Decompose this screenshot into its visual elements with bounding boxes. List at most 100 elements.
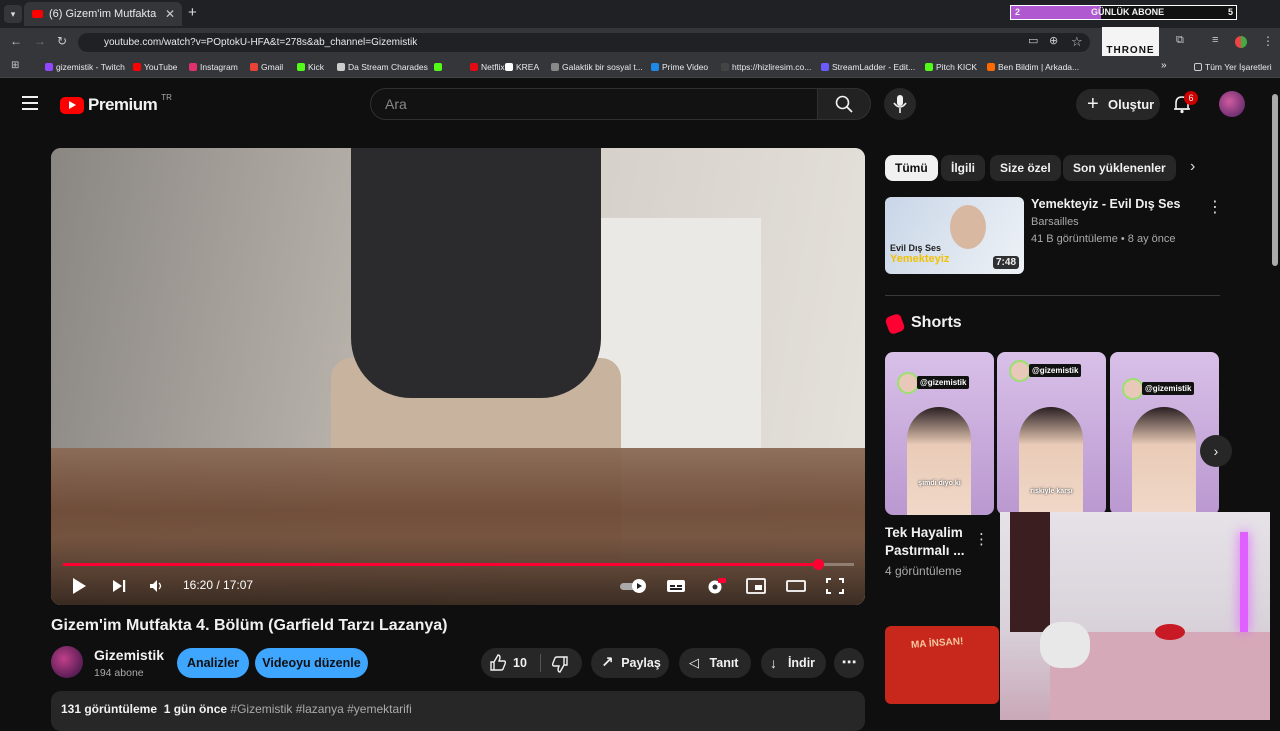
video-progress-bar[interactable] xyxy=(63,559,854,570)
bookmark-item[interactable]: Galaktik bir sosyal t... xyxy=(551,62,643,72)
channel-name[interactable]: Gizemistik xyxy=(94,647,164,663)
extensions-icon[interactable]: ⧉ xyxy=(1176,34,1184,47)
promote-button[interactable]: ◁ Tanıt xyxy=(679,648,751,678)
bookmark-item[interactable]: StreamLadder - Edit... xyxy=(821,62,915,72)
hashtags[interactable]: #Gizemistik #lazanya #yemektarifi xyxy=(230,702,411,716)
chip-for-you[interactable]: Size özel xyxy=(990,155,1061,181)
autoplay-toggle[interactable] xyxy=(619,578,646,594)
chip-related[interactable]: İlgili xyxy=(941,155,985,181)
recommended-video-channel[interactable]: Barsailles xyxy=(1031,216,1079,228)
apps-grid-icon[interactable]: ⊞ xyxy=(11,60,19,71)
edit-video-button[interactable]: Videoyu düzenle xyxy=(255,648,368,678)
recommended-video-title[interactable]: Yemekteyiz - Evil Dış Ses xyxy=(1031,197,1180,211)
video-duration-badge: 7:48 xyxy=(993,256,1020,269)
search-button[interactable] xyxy=(817,88,871,120)
youtube-premium-logo[interactable]: Premium TR xyxy=(60,93,172,115)
bookmark-item[interactable]: YouTube xyxy=(133,62,177,72)
shorts-next-button[interactable]: › xyxy=(1200,435,1232,467)
bookmark-item[interactable] xyxy=(434,62,445,72)
media-icon[interactable]: ≡ xyxy=(1212,34,1218,46)
back-icon[interactable]: ← xyxy=(10,34,22,48)
more-vertical-icon[interactable]: ⋮ xyxy=(1207,197,1223,217)
upload-age: 1 gün önce xyxy=(163,702,228,716)
page-scrollbar-thumb[interactable] xyxy=(1272,94,1278,266)
bookmark-label: Pitch KICK xyxy=(936,62,978,72)
megaphone-icon: ◁ xyxy=(689,655,699,670)
share-button[interactable]: ↗ Paylaş xyxy=(591,648,669,678)
description-box[interactable]: 131 görüntüleme 1 gün önce #Gizemistik #… xyxy=(51,691,865,731)
tab-title: (6) Gizem'im Mutfakta 4. Bölüm xyxy=(49,8,159,20)
short-card[interactable]: @gizemistik xyxy=(1110,352,1219,515)
zoom-icon[interactable]: ⊕ xyxy=(1049,34,1058,47)
fullscreen-icon[interactable] xyxy=(826,578,844,594)
dislike-button[interactable] xyxy=(551,655,569,673)
bookmark-item[interactable]: Ben Bildim | Arkada... xyxy=(987,62,1079,72)
chip-all[interactable]: Tümü xyxy=(885,155,938,181)
play-icon[interactable] xyxy=(73,578,86,594)
short-avatar xyxy=(1009,360,1031,382)
video-frame-person xyxy=(351,148,601,398)
bookmarks-overflow-icon[interactable]: » xyxy=(1161,60,1167,71)
bookmark-label: Galaktik bir sosyal t... xyxy=(562,62,643,72)
thumbnail-face xyxy=(950,205,986,249)
short-card[interactable]: @gizemistik riskiyle karşı xyxy=(997,352,1106,515)
address-bar-url: youtube.com/watch?v=POptokU-HFA&t=278s&a… xyxy=(104,37,418,48)
bookmark-item[interactable]: Pitch KICK xyxy=(925,62,977,72)
bookmark-item[interactable]: Gmail xyxy=(250,62,283,72)
account-avatar[interactable] xyxy=(1219,91,1245,117)
bookmark-label: Instagram xyxy=(200,62,238,72)
short-title[interactable]: Tek Hayalim Pastırmalı ... xyxy=(885,524,970,560)
bookmark-item[interactable]: gizemistik - Twitch xyxy=(45,62,125,72)
forward-icon[interactable]: → xyxy=(34,34,46,48)
short-card[interactable]: @gizemistik şimdi diyo ki xyxy=(885,352,994,515)
short-views: 4 görüntüleme xyxy=(885,564,962,578)
bookmark-item[interactable]: Prime Video xyxy=(651,62,708,72)
cast-icon[interactable]: ▭ xyxy=(1028,34,1038,47)
bookmark-item[interactable]: Netflix xyxy=(470,62,505,72)
bookmark-favicon-icon xyxy=(250,63,258,71)
bookmark-item[interactable]: https://hizliresim.co... xyxy=(721,62,811,72)
tab-close-icon[interactable]: ✕ xyxy=(165,7,175,21)
bookmark-label: https://hizliresim.co... xyxy=(732,62,812,72)
next-video-icon[interactable] xyxy=(112,579,126,593)
next-short-thumbnail[interactable]: MA İNSAN! xyxy=(885,626,999,704)
more-vertical-icon[interactable]: ⋮ xyxy=(974,530,989,548)
video-player[interactable]: 16:20 / 17:07 xyxy=(51,148,865,605)
tab-search-button[interactable]: ▾ xyxy=(4,5,22,23)
bookmark-item[interactable]: Da Stream Charades xyxy=(337,62,428,72)
subtitles-icon[interactable] xyxy=(666,578,685,594)
miniplayer-icon[interactable] xyxy=(746,578,766,594)
channel-avatar[interactable] xyxy=(51,646,83,678)
browser-tab-active[interactable]: (6) Gizem'im Mutfakta 4. Bölüm ✕ xyxy=(24,2,182,26)
bookmark-favicon-icon xyxy=(721,63,729,71)
profile-icon[interactable] xyxy=(1235,36,1247,48)
bookmark-label: StreamLadder - Edit... xyxy=(832,62,916,72)
bookmark-star-icon[interactable]: ☆ xyxy=(1071,34,1083,50)
chip-recently-uploaded[interactable]: Son yüklenenler xyxy=(1063,155,1176,181)
create-button[interactable]: + Oluştur xyxy=(1076,89,1160,120)
theater-mode-icon[interactable] xyxy=(786,578,806,594)
more-actions-button[interactable]: ⋯ xyxy=(834,648,864,678)
guide-menu-icon[interactable] xyxy=(22,96,38,110)
throne-logo-text: THRONE xyxy=(1106,45,1155,56)
volume-icon[interactable] xyxy=(149,579,163,593)
new-tab-button[interactable]: + xyxy=(188,4,197,21)
reload-icon[interactable]: ↻ xyxy=(57,34,67,48)
all-bookmarks-folder[interactable]: Tüm Yer İşaretleri xyxy=(1194,62,1272,72)
settings-gear-icon[interactable] xyxy=(706,578,726,594)
bookmark-item[interactable]: Kick xyxy=(297,62,324,72)
chevron-right-icon[interactable]: › xyxy=(1190,158,1195,176)
address-bar[interactable]: youtube.com/watch?v=POptokU-HFA&t=278s&a… xyxy=(78,33,1090,52)
bookmark-item[interactable]: KREA xyxy=(505,62,539,72)
like-button[interactable] xyxy=(489,654,507,672)
browser-menu-icon[interactable]: ⋮ xyxy=(1262,34,1274,48)
bookmark-item[interactable]: Instagram xyxy=(189,62,238,72)
bookmark-favicon-icon xyxy=(651,63,659,71)
subscriber-count: 194 abone xyxy=(94,667,144,679)
voice-search-button[interactable] xyxy=(884,88,916,120)
download-icon: ↓ xyxy=(770,655,777,671)
download-button[interactable]: ↓ İndir xyxy=(761,648,826,678)
bookmark-label: Gmail xyxy=(261,62,284,72)
search-input[interactable]: Ara xyxy=(370,88,818,120)
analytics-button[interactable]: Analizler xyxy=(177,648,249,678)
